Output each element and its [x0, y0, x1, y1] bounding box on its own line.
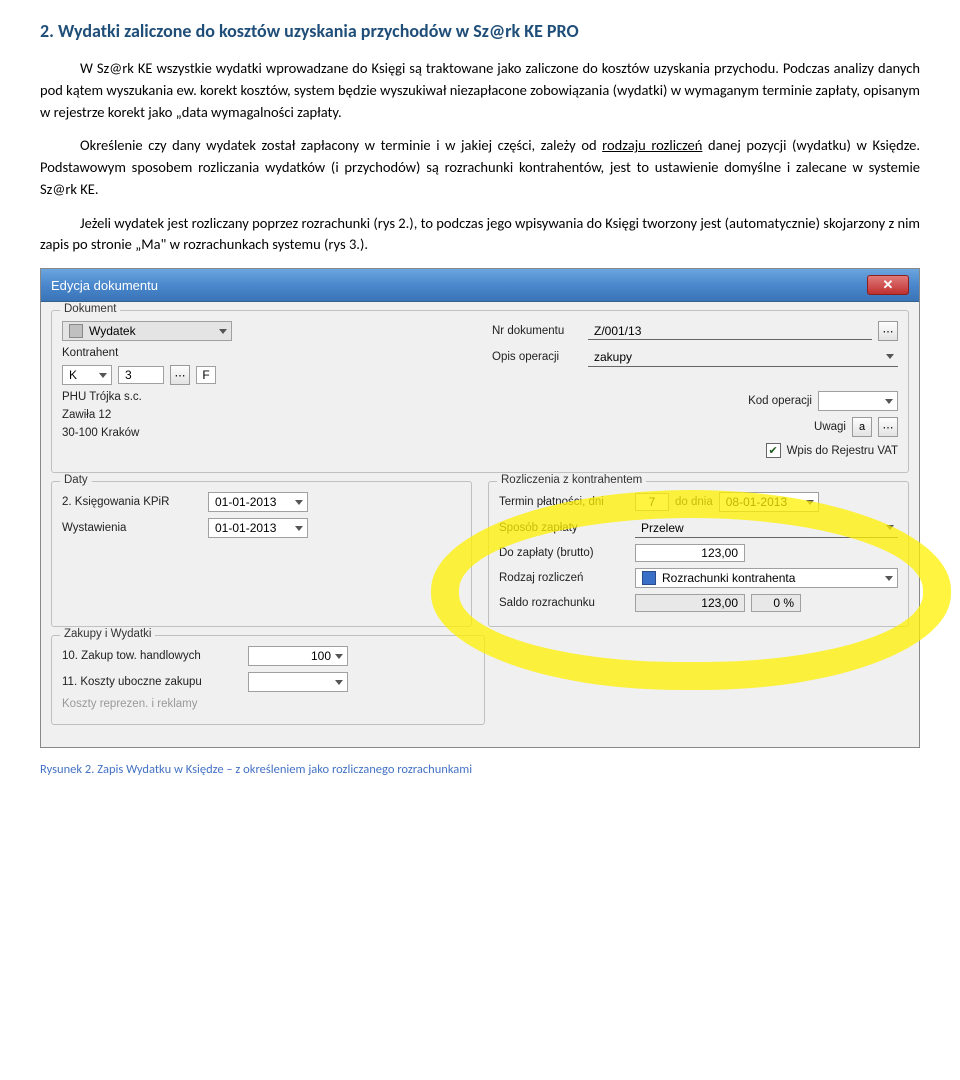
uwagi-label: Uwagi: [492, 421, 846, 433]
chevron-down-icon: [885, 576, 893, 581]
kod-dropdown[interactable]: [818, 391, 898, 411]
sposob-dropdown[interactable]: Przelew: [635, 518, 898, 538]
termin-do-value: 08-01-2013: [726, 495, 787, 509]
ksieg-label: 2. Księgowania KPiR: [62, 496, 202, 508]
kontrahent-f-field[interactable]: F: [196, 366, 216, 384]
ksieg-value: 01-01-2013: [215, 495, 276, 509]
kontrahent-label: Kontrahent: [62, 347, 118, 359]
rodzaj-label: Rodzaj rozliczeń: [499, 572, 629, 584]
close-button[interactable]: ✕: [867, 275, 909, 295]
uwagi-lookup-button[interactable]: ⋯: [878, 417, 898, 437]
firma-street: Zawiła 12: [62, 409, 111, 421]
firma-name: PHU Trójka s.c.: [62, 391, 142, 403]
kod-label: Kod operacji: [492, 395, 812, 407]
group-daty-title: Daty: [60, 474, 92, 486]
chevron-down-icon: [886, 525, 894, 530]
saldo-field: 123,00: [635, 594, 745, 612]
dialog-titlebar: Edycja dokumentu ✕: [41, 269, 919, 302]
paragraph-3: Jeżeli wydatek jest rozliczany poprzez r…: [40, 213, 920, 257]
group-daty: Daty 2. Księgowania KPiR 01-01-2013 Wyst…: [51, 481, 472, 627]
square-icon: [69, 324, 83, 338]
k-k-value: K: [69, 368, 77, 382]
chevron-down-icon: [219, 329, 227, 334]
dozaplaty-label: Do zapłaty (brutto): [499, 547, 629, 559]
p2-underline: rodzaju rozliczeń: [602, 136, 702, 154]
chevron-down-icon: [335, 654, 343, 659]
nrdok-field[interactable]: Z/001/13: [588, 322, 872, 340]
group-rozl-title: Rozliczenia z kontrahentem: [497, 474, 646, 486]
z11-field[interactable]: [248, 672, 348, 692]
paragraph-1: W Sz@rk KE wszystkie wydatki wprowadzane…: [40, 58, 920, 123]
z11-label: 11. Koszty uboczne zakupu: [62, 676, 242, 688]
group-zakupy: Zakupy i Wydatki 10. Zakup tow. handlowy…: [51, 635, 485, 725]
nrdok-lookup-button[interactable]: ⋯: [878, 321, 898, 341]
dozaplaty-field[interactable]: 123,00: [635, 544, 745, 562]
chevron-down-icon: [295, 526, 303, 531]
opis-label: Opis operacji: [492, 351, 582, 363]
firma-city: 30-100 Kraków: [62, 427, 139, 439]
opis-value: zakupy: [594, 350, 632, 364]
sposob-label: Sposób zapłaty: [499, 522, 629, 534]
group-dokument-title: Dokument: [60, 303, 120, 315]
dialog-title: Edycja dokumentu: [51, 278, 158, 293]
wpis-vat-checkbox[interactable]: ✔: [766, 443, 781, 458]
figure-caption: Rysunek 2. Zapis Wydatku w Księdze – z o…: [40, 762, 920, 777]
section-heading: 2. Wydatki zaliczone do kosztów uzyskani…: [40, 20, 920, 42]
kontrahent-k-dropdown[interactable]: K: [62, 365, 112, 385]
wyst-value: 01-01-2013: [215, 521, 276, 535]
kontrahent-num-field[interactable]: 3: [118, 366, 164, 384]
ksieg-date-picker[interactable]: 01-01-2013: [208, 492, 308, 512]
wpis-vat-label: Wpis do Rejestru VAT: [787, 445, 898, 457]
termin-label: Termin płatności, dni: [499, 496, 629, 508]
opis-dropdown[interactable]: zakupy: [588, 347, 898, 367]
p2-a: Określenie czy dany wydatek został zapła…: [80, 136, 602, 154]
uwagi-button[interactable]: a: [852, 417, 872, 437]
wyst-label: Wystawienia: [62, 522, 202, 534]
group-dokument: Dokument Wydatek Kontrahent K 3 ⋯: [51, 310, 909, 473]
wyst-date-picker[interactable]: 01-01-2013: [208, 518, 308, 538]
note-icon: a: [859, 421, 865, 433]
chevron-down-icon: [99, 373, 107, 378]
wydatek-value: Wydatek: [89, 324, 136, 338]
paragraph-2: Określenie czy dany wydatek został zapła…: [40, 135, 920, 200]
close-icon: ✕: [883, 277, 894, 293]
chevron-down-icon: [885, 399, 893, 404]
chevron-down-icon: [295, 500, 303, 505]
termin-do-date-picker[interactable]: 08-01-2013: [719, 492, 819, 512]
chevron-down-icon: [806, 500, 814, 505]
chevron-down-icon: [886, 354, 894, 359]
rodzaj-dropdown[interactable]: Rozrachunki kontrahenta: [635, 568, 898, 588]
group-zakupy-title: Zakupy i Wydatki: [60, 628, 155, 640]
wydatek-dropdown[interactable]: Wydatek: [62, 321, 232, 341]
dialog-screenshot: Edycja dokumentu ✕ Dokument Wydatek Kont…: [40, 268, 920, 748]
group-rozliczenia: Rozliczenia z kontrahentem Termin płatno…: [488, 481, 909, 627]
z10-field[interactable]: 100: [248, 646, 348, 666]
termin-dni-field[interactable]: 7: [635, 493, 669, 511]
rodzaj-value: Rozrachunki kontrahenta: [662, 571, 795, 585]
termin-do-label: do dnia: [675, 496, 713, 508]
saldo-label: Saldo rozrachunku: [499, 597, 629, 609]
saldo-pct-field: 0 %: [751, 594, 801, 612]
z10-label: 10. Zakup tow. handlowych: [62, 650, 242, 662]
sposob-value: Przelew: [641, 521, 684, 535]
kontrahent-lookup-button[interactable]: ⋯: [170, 365, 190, 385]
chevron-down-icon: [335, 680, 343, 685]
square-blue-icon: [642, 571, 656, 585]
nrdok-label: Nr dokumentu: [492, 325, 582, 337]
reprez-label: Koszty reprezen. i reklamy: [62, 698, 242, 710]
z10-value: 100: [311, 649, 331, 663]
